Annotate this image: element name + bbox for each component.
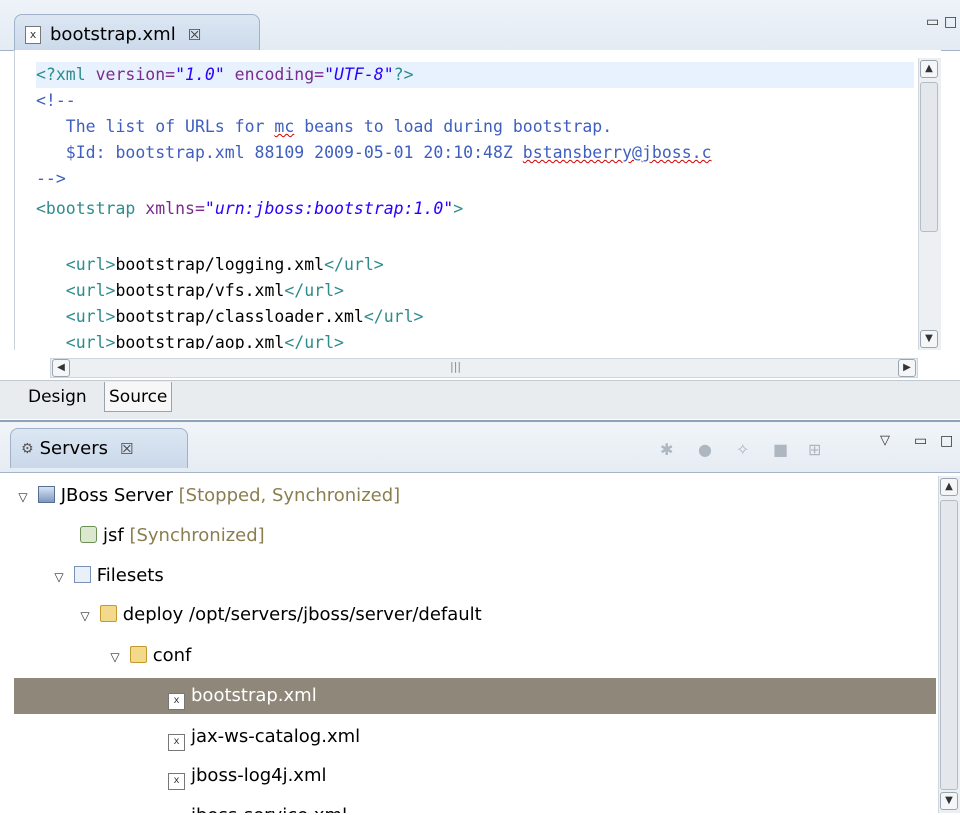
server-status: [Stopped, Synchronized]	[178, 485, 401, 506]
close-icon[interactable]: ☒	[120, 440, 133, 458]
module-icon	[80, 526, 97, 543]
collapse-toggle-icon[interactable]: ▽	[14, 479, 32, 515]
server-icon	[37, 486, 55, 503]
tree-item-jboss-log4j-xml[interactable]: x jboss-log4j.xml	[14, 758, 936, 794]
servers-view-icon: ⚙	[21, 440, 34, 457]
profile-server-icon[interactable]: ✧	[736, 440, 749, 459]
code-line-6: <bootstrap xmlns="urn:jboss:bootstrap:1.…	[36, 199, 464, 218]
publish-icon[interactable]: ⊞	[808, 440, 821, 459]
scroll-down-icon[interactable]: ▼	[940, 792, 958, 810]
tree-vertical-scroll-thumb[interactable]	[940, 500, 958, 790]
tree-item-filesets[interactable]: ▽ Filesets	[14, 558, 936, 594]
tree-item-jax-ws-catalog-xml[interactable]: x jax-ws-catalog.xml	[14, 719, 936, 755]
folder-icon	[99, 605, 117, 622]
code-line-8: <url>bootstrap/vfs.xml</url>	[36, 281, 344, 300]
code-line-1: <?xml version="1.0" encoding="UTF-8"?>	[36, 65, 414, 84]
editor-horizontal-scrollbar[interactable]	[50, 358, 918, 378]
scroll-left-icon[interactable]: ◀	[52, 359, 70, 377]
editor-tab-label: bootstrap.xml	[50, 24, 176, 45]
editor-tab-bootstrap-xml[interactable]: x bootstrap.xml ☒	[14, 14, 260, 54]
editor-vertical-scroll-thumb[interactable]	[920, 82, 938, 232]
tree-item-jboss-server[interactable]: ▽ JBoss Server [Stopped, Synchronized]	[14, 478, 936, 514]
tree-item-jsf[interactable]: jsf [Synchronized]	[14, 518, 936, 554]
maximize-icon[interactable]: □	[940, 433, 953, 449]
xml-file-icon: x	[168, 734, 185, 751]
xml-file-icon: x	[25, 25, 41, 44]
scroll-up-icon[interactable]: ▲	[940, 478, 958, 496]
servers-view-tab[interactable]: ⚙ Servers ☒	[10, 428, 188, 468]
code-line-9: <url>bootstrap/classloader.xml</url>	[36, 307, 424, 326]
close-icon[interactable]: ☒	[188, 26, 201, 44]
folder-icon	[129, 646, 147, 663]
code-line-2: <!--	[36, 91, 76, 110]
tab-source[interactable]: Source	[104, 382, 173, 412]
code-line-3: The list of URLs for mc beans to load du…	[36, 117, 613, 136]
module-status: [Synchronized]	[129, 525, 265, 546]
maximize-icon[interactable]: □	[944, 14, 957, 30]
code-line-10: <url>bootstrap/aop.xml</url>	[36, 333, 344, 349]
xml-file-icon: x	[168, 693, 185, 710]
code-line-7: <url>bootstrap/logging.xml</url>	[36, 255, 384, 274]
tree-item-deploy[interactable]: ▽ deploy /opt/servers/jboss/server/defau…	[14, 597, 936, 633]
collapse-toggle-icon[interactable]: ▽	[50, 559, 68, 595]
tree-item-bootstrap-xml[interactable]: x bootstrap.xml	[14, 678, 936, 714]
scroll-right-icon[interactable]: ▶	[898, 359, 916, 377]
debug-server-icon[interactable]: ✱	[660, 440, 673, 459]
start-server-icon[interactable]: ●	[698, 440, 712, 459]
scroll-up-icon[interactable]: ▲	[920, 60, 938, 78]
collapse-toggle-icon[interactable]: ▽	[106, 639, 124, 675]
tree-item-conf[interactable]: ▽ conf	[14, 638, 936, 674]
minimize-icon[interactable]: ▭	[926, 14, 939, 30]
stop-server-icon[interactable]: ■	[773, 440, 788, 459]
collapse-toggle-icon[interactable]: ▽	[76, 598, 94, 634]
scroll-grip-icon[interactable]: |||	[450, 360, 461, 373]
scroll-down-icon[interactable]: ▼	[920, 330, 938, 348]
minimize-icon[interactable]: ▭	[914, 433, 927, 449]
view-menu-icon[interactable]: ▽	[880, 433, 890, 448]
code-line-4: $Id: bootstrap.xml 88109 2009-05-01 20:1…	[36, 143, 712, 162]
xml-file-icon: x	[168, 773, 185, 790]
servers-tab-label: Servers	[39, 438, 108, 459]
tree-item-jboss-service-xml[interactable]: xjboss-service.xml	[14, 798, 936, 813]
tab-design[interactable]: Design	[24, 382, 91, 412]
filesets-icon	[73, 566, 91, 583]
code-line-5: -->	[36, 169, 66, 188]
